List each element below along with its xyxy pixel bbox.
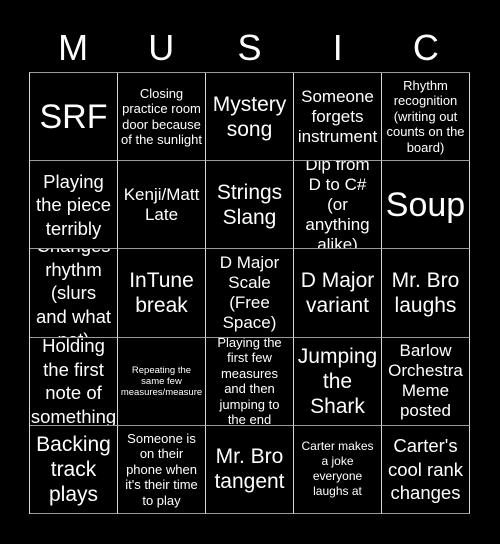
bingo-cell-label: SRF bbox=[39, 97, 108, 136]
bingo-cell[interactable]: Kenji/Matt Late bbox=[118, 161, 206, 250]
bingo-cell[interactable]: SRF bbox=[30, 73, 118, 162]
bingo-header: M U S I C bbox=[29, 24, 470, 72]
bingo-cell-label: Playing the piece terribly bbox=[35, 170, 112, 239]
bingo-cell-label: Kenji/Matt Late bbox=[123, 184, 200, 224]
bingo-cell-label: Dip from D to C# (or anything alike) bbox=[305, 161, 370, 250]
bingo-cell-label: Strings Slang bbox=[216, 180, 283, 229]
bingo-cell[interactable]: Carter makes a joke everyone laughs at bbox=[294, 425, 382, 514]
bingo-cell-label: Carter's cool rank changes bbox=[387, 435, 464, 504]
bingo-cell-label: Holding the first note of something bbox=[30, 337, 117, 426]
bingo-cell[interactable]: Holding the first note of something bbox=[30, 337, 118, 426]
bingo-cell-label: Playing the first few measures and then … bbox=[217, 337, 282, 426]
bingo-cell-label: Someone forgets instrument bbox=[297, 86, 378, 146]
bingo-cell-label: Mr. Bro tangent bbox=[214, 445, 285, 494]
bingo-cell[interactable]: Soup bbox=[382, 161, 470, 250]
bingo-cell[interactable]: Backing track plays bbox=[30, 425, 118, 514]
header-letter-c: C bbox=[412, 27, 439, 68]
bingo-cell[interactable]: D Major Scale (Free Space) bbox=[206, 249, 294, 338]
bingo-cell-label: Mystery song bbox=[212, 92, 287, 141]
bingo-cell[interactable]: InTune break bbox=[118, 249, 206, 338]
header-letter-i: I bbox=[332, 27, 343, 68]
bingo-cell[interactable]: Rhythm recognition (writing out counts o… bbox=[382, 73, 470, 162]
header-letter-u: U bbox=[148, 27, 175, 68]
bingo-cell[interactable]: Playing the first few measures and then … bbox=[206, 337, 294, 426]
bingo-cell-label: Soup bbox=[385, 185, 466, 224]
bingo-cell[interactable]: Strings Slang bbox=[206, 161, 294, 250]
bingo-cell[interactable]: Repeating the same few measures/measure bbox=[118, 337, 206, 426]
bingo-cell[interactable]: Mr. Bro laughs bbox=[382, 249, 470, 338]
bingo-cell-label: Repeating the same few measures/measure bbox=[120, 364, 203, 398]
bingo-cell-label: Rhythm recognition (writing out counts o… bbox=[386, 77, 465, 155]
bingo-cell[interactable]: Mr. Bro tangent bbox=[206, 425, 294, 514]
bingo-cell-label: Someone is on their phone when it's thei… bbox=[125, 430, 198, 508]
bingo-cell[interactable]: Jumping the Shark bbox=[294, 337, 382, 426]
bingo-cell-label: Carter makes a joke everyone laughs at bbox=[301, 439, 374, 499]
bingo-cell-label: Jumping the Shark bbox=[297, 344, 378, 418]
bingo-cell[interactable]: Playing the piece terribly bbox=[30, 161, 118, 250]
bingo-cell-label: D Major Scale (Free Space) bbox=[219, 252, 280, 332]
bingo-cell[interactable]: Carter's cool rank changes bbox=[382, 425, 470, 514]
bingo-cell[interactable]: D Major variant bbox=[294, 249, 382, 338]
bingo-cell-label: Mr. Bro laughs bbox=[391, 268, 460, 317]
bingo-board: SRF Closing practice room door because of… bbox=[29, 72, 470, 514]
bingo-cell-label: Barlow Orchestra Meme posted bbox=[388, 341, 463, 421]
bingo-cell[interactable]: Someone is on their phone when it's thei… bbox=[118, 425, 206, 514]
header-letter-m: M bbox=[58, 27, 89, 68]
bingo-cell[interactable]: Barlow Orchestra Meme posted bbox=[382, 337, 470, 426]
bingo-cell[interactable]: Changes rhythm (slurs and what not) bbox=[30, 249, 118, 338]
bingo-cell-label: Backing track plays bbox=[36, 432, 111, 506]
bingo-cell-label: Changes rhythm (slurs and what not) bbox=[35, 249, 112, 336]
bingo-cell[interactable]: Mystery song bbox=[206, 73, 294, 162]
bingo-cell[interactable]: Closing practice room door because of th… bbox=[118, 73, 206, 162]
bingo-cell-label: D Major variant bbox=[300, 268, 375, 317]
bingo-cell-label: Closing practice room door because of th… bbox=[121, 85, 202, 148]
bingo-cell[interactable]: Dip from D to C# (or anything alike) bbox=[294, 161, 382, 250]
bingo-cell[interactable]: Someone forgets instrument bbox=[294, 73, 382, 162]
bingo-cell-label: InTune break bbox=[129, 268, 194, 317]
header-letter-s: S bbox=[237, 27, 262, 68]
